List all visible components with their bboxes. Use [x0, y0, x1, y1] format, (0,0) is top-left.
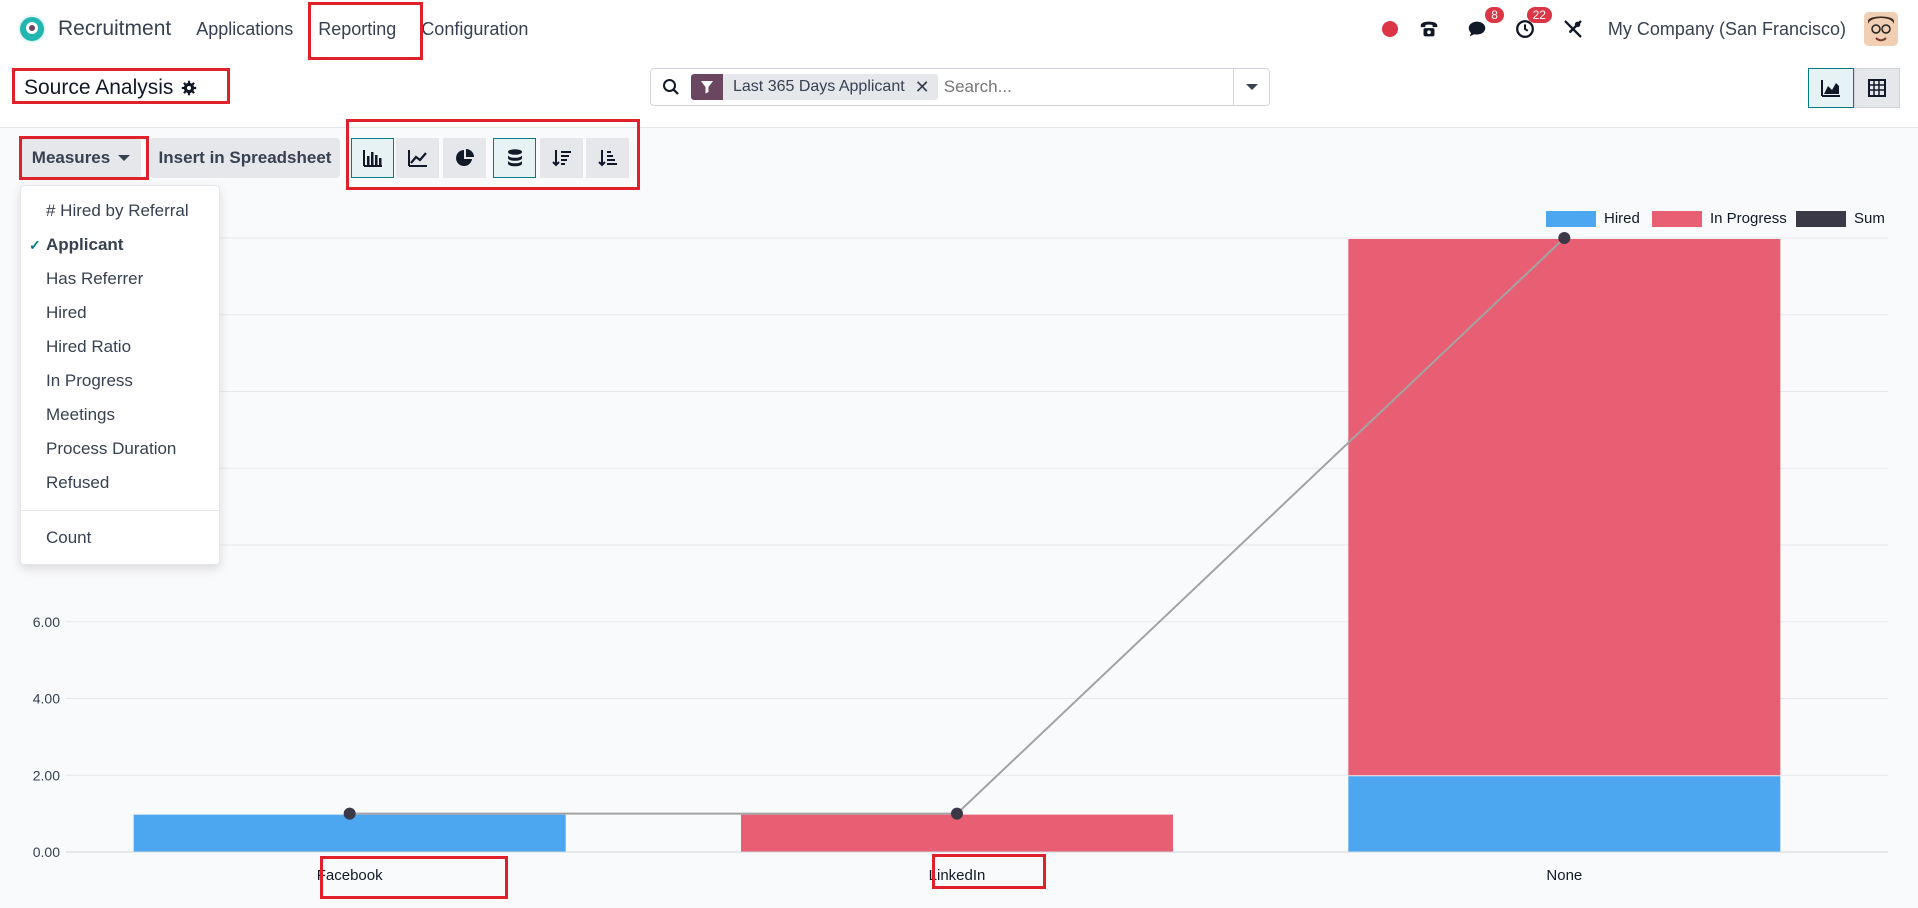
chart-legend: Hired In Progress Sum [1546, 210, 1885, 227]
measure-item[interactable]: Hired Ratio [21, 330, 219, 364]
measure-item[interactable]: In Progress [21, 364, 219, 398]
sort-descending-icon [551, 150, 571, 167]
measure-item-label: # Hired by Referral [46, 201, 189, 220]
filter-facet: Last 365 Days Applicant ✕ [691, 74, 938, 100]
x-tick-label: None [1546, 867, 1582, 884]
bar-hired[interactable] [1348, 776, 1781, 852]
activities-badge: 22 [1526, 7, 1552, 23]
bar-in-progress[interactable] [741, 814, 1173, 852]
sort-ascending-icon [597, 150, 617, 167]
dropdown-divider [21, 510, 219, 511]
messages-badge: 8 [1485, 7, 1504, 23]
tools-icon[interactable] [1560, 16, 1586, 42]
nav-configuration[interactable]: Configuration [421, 19, 528, 40]
measure-item[interactable]: Meetings [21, 398, 219, 432]
phone-icon[interactable] [1416, 16, 1442, 42]
company-switcher[interactable]: My Company (San Francisco) [1608, 19, 1846, 40]
legend-label[interactable]: Sum [1854, 210, 1885, 227]
search-bar: Last 365 Days Applicant ✕ [650, 68, 1270, 106]
search-options-toggle[interactable] [1233, 69, 1269, 105]
measure-item-label: Hired Ratio [46, 337, 132, 356]
line-chart-icon [407, 150, 427, 167]
remove-filter-icon[interactable]: ✕ [912, 74, 938, 100]
measure-item[interactable]: Has Referrer [21, 262, 219, 296]
bar-chart-button[interactable] [351, 138, 394, 178]
measures-label: Measures [31, 148, 111, 167]
legend-label[interactable]: In Progress [1710, 210, 1787, 227]
measure-item-count[interactable]: Count [21, 521, 219, 555]
pie-chart-icon [455, 149, 474, 166]
checkmark-icon: ✓ [29, 237, 41, 253]
y-tick-label: 2.00 [33, 767, 60, 783]
insert-in-spreadsheet-button[interactable]: Insert in Spreadsheet [150, 138, 340, 178]
nav-reporting[interactable]: Reporting [318, 19, 396, 40]
page-title: Source Analysis [24, 76, 197, 100]
measure-item[interactable]: Process Duration [21, 432, 219, 466]
measure-item[interactable]: ✓ Applicant [21, 228, 219, 262]
measure-item-label: Process Duration [46, 439, 177, 458]
recruitment-app-icon [18, 15, 46, 43]
search-icon[interactable] [661, 77, 681, 97]
sort-descending-button[interactable] [540, 138, 583, 178]
measure-item-label: In Progress [46, 371, 133, 390]
sum-point[interactable] [1558, 232, 1571, 244]
top-navbar: Recruitment Applications Reporting Confi… [0, 0, 1918, 58]
sum-point[interactable] [343, 807, 356, 820]
measure-item[interactable]: # Hired by Referral [21, 194, 219, 228]
chevron-down-icon [1245, 84, 1258, 90]
measures-dropdown: # Hired by Referral ✓ Applicant Has Referre… [20, 185, 220, 565]
legend-swatch[interactable] [1796, 211, 1846, 227]
measure-item-label: Hired [46, 303, 87, 322]
x-axis: Facebook LinkedIn None [66, 851, 1888, 884]
stacked-button[interactable] [493, 138, 536, 178]
caret-down-icon [118, 155, 131, 161]
activities-clock-icon[interactable]: 22 [1512, 7, 1552, 42]
systray: 8 22 My Company (San Francisco) [1381, 0, 1918, 58]
area-chart-icon [1821, 80, 1840, 97]
app-name: Recruitment [58, 17, 172, 40]
bar-in-progress[interactable] [1348, 239, 1781, 776]
sum-point[interactable] [951, 807, 963, 820]
y-axis: 0.00 2.00 4.00 6.00 [33, 614, 60, 860]
filter-facet-label: Last 365 Days Applicant [723, 74, 913, 100]
measure-item[interactable]: Hired [21, 296, 219, 330]
database-stack-icon [507, 149, 522, 167]
legend-swatch[interactable] [1546, 211, 1596, 227]
bar-hired[interactable] [133, 814, 566, 852]
measure-item-label: Refused [46, 473, 110, 492]
search-input[interactable] [943, 77, 1224, 97]
pie-chart-button[interactable] [443, 138, 486, 178]
y-tick-label: 6.00 [33, 614, 60, 630]
graph-toolbar: Measures Insert in Spreadsheet [0, 138, 700, 178]
x-tick-label: LinkedIn [929, 867, 986, 884]
measure-item-label: Applicant [46, 235, 124, 254]
user-avatar[interactable] [1864, 12, 1898, 46]
y-tick-label: 4.00 [33, 691, 60, 707]
measure-item[interactable]: Refused [21, 466, 219, 500]
measure-item-label: Has Referrer [46, 269, 144, 288]
nav-applications[interactable]: Applications [196, 19, 293, 40]
measure-item-label: Meetings [46, 405, 115, 424]
view-switcher [1808, 68, 1900, 108]
measures-button[interactable]: Measures [21, 138, 141, 178]
legend-swatch[interactable] [1652, 211, 1702, 227]
recording-indicator-icon[interactable] [1381, 21, 1398, 37]
sort-ascending-button[interactable] [586, 138, 629, 178]
table-icon [1868, 79, 1886, 97]
graph-view-button[interactable] [1808, 68, 1854, 108]
graph-chart: 0.00 2.00 4.00 6.00 Facebook LinkedIn None Hi… [33, 210, 1888, 884]
brand[interactable]: Recruitment [18, 15, 171, 43]
x-tick-label: Facebook [317, 867, 383, 884]
page-title-text: Source Analysis [24, 76, 174, 99]
bar-chart-icon [362, 150, 382, 167]
legend-label[interactable]: Hired [1604, 210, 1640, 227]
filter-icon [691, 74, 723, 100]
line-chart-button[interactable] [396, 138, 439, 178]
gear-icon[interactable] [181, 80, 197, 96]
messages-icon[interactable]: 8 [1464, 7, 1504, 42]
pivot-view-button[interactable] [1854, 68, 1900, 108]
control-panel: Source Analysis Last 365 Days Applicant … [0, 58, 1918, 128]
y-tick-label: 0.00 [33, 844, 60, 860]
